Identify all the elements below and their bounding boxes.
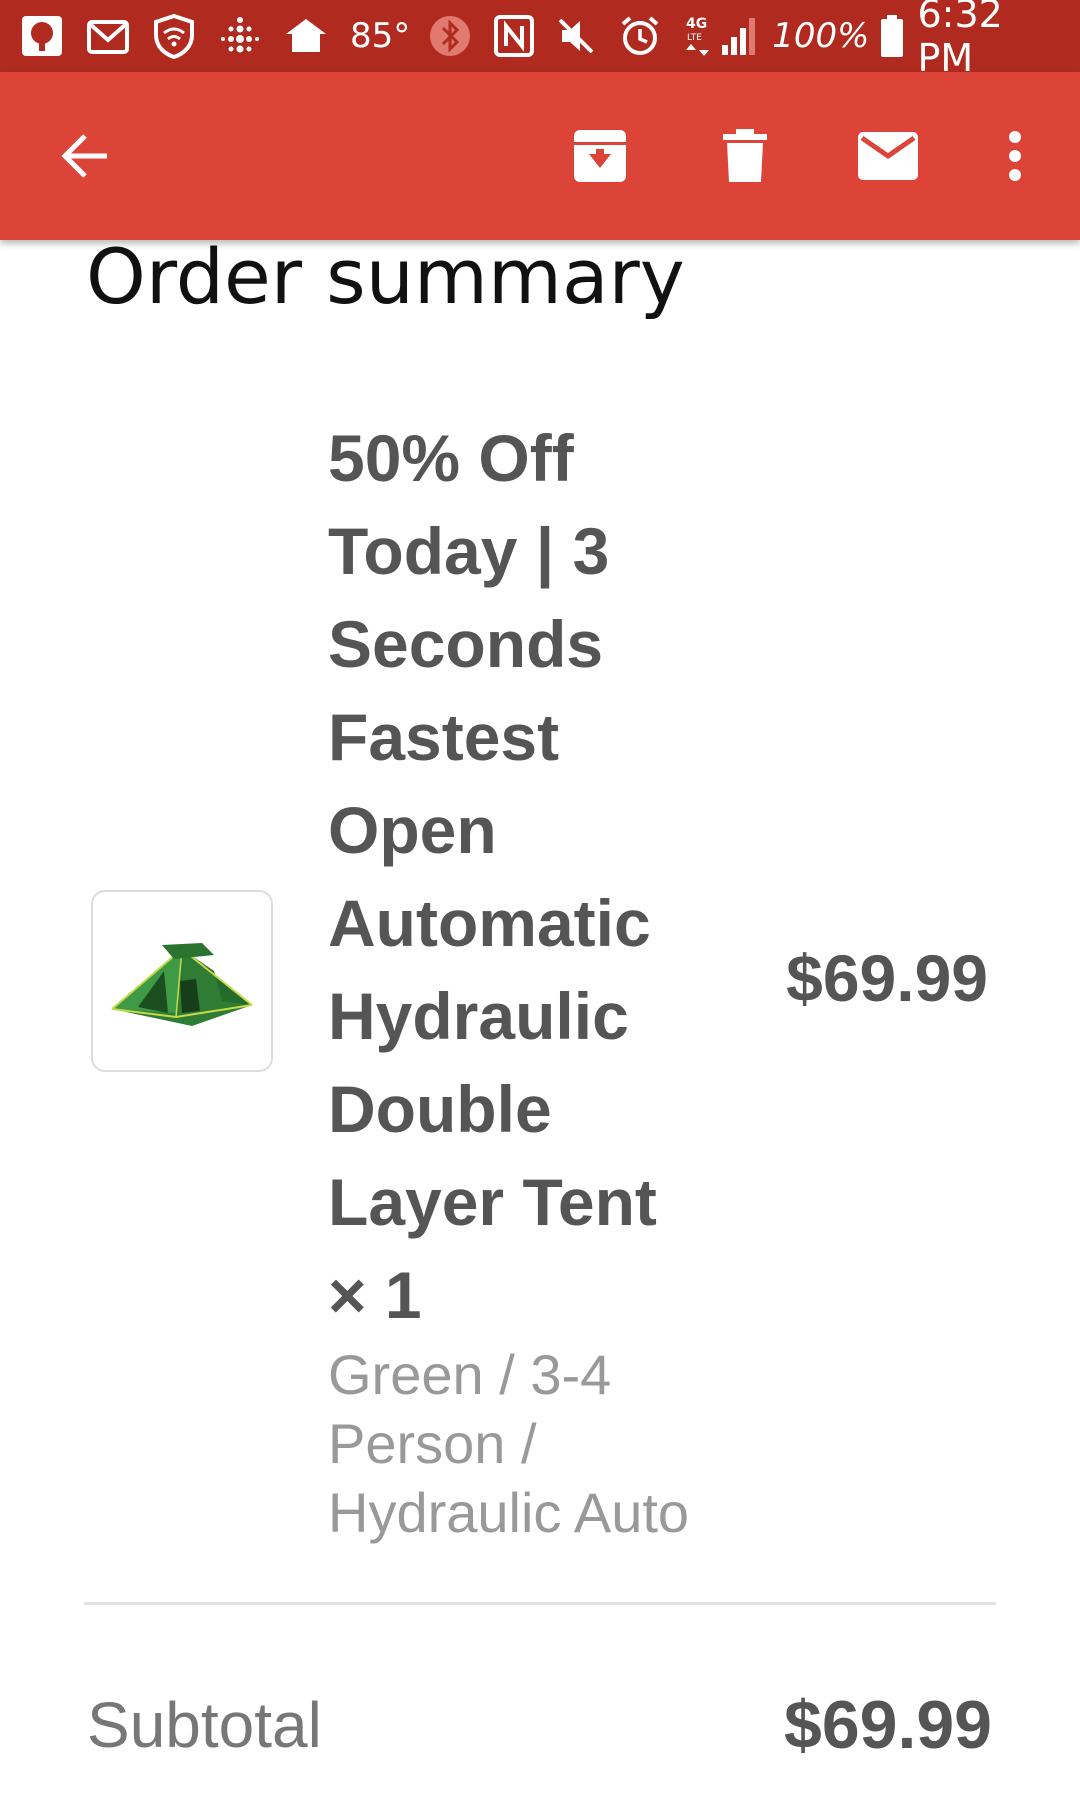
product-variant: Green / 3-4 Person / Hydraulic Auto	[328, 1343, 690, 1544]
email-body: Order summary 50% Off Today | 3 Seconds …	[0, 240, 1080, 1798]
subtotal-label: Subtotal	[87, 1689, 322, 1761]
tent-image	[111, 943, 253, 1026]
svg-text:4G: 4G	[686, 16, 707, 32]
more-options-button[interactable]	[992, 72, 1038, 240]
home-icon	[284, 14, 328, 58]
gmail-icon	[86, 14, 130, 58]
archive-button[interactable]	[560, 72, 640, 240]
order-summary-heading: Order summary	[86, 240, 685, 321]
battery-icon	[879, 14, 905, 58]
back-button[interactable]	[40, 72, 130, 240]
back-icon	[61, 134, 107, 178]
bluetooth-icon	[428, 14, 472, 58]
mute-icon	[556, 14, 596, 58]
status-bar: 85° 4G LTE 100% 6:32 PM	[0, 0, 1080, 80]
product-title[interactable]: 50% Off Today | 3 Seconds Fastest Open A…	[328, 412, 688, 1342]
delete-button[interactable]	[705, 72, 785, 240]
svg-text:LTE: LTE	[687, 33, 702, 43]
more-options-icon	[1009, 131, 1021, 181]
alarm-icon	[618, 14, 662, 58]
product-thumbnail[interactable]	[91, 890, 273, 1072]
delete-icon	[723, 129, 767, 182]
temperature-text: 85°	[350, 16, 411, 56]
product-price: $69.99	[786, 941, 988, 1015]
network-type-icon: 4G LTE	[684, 14, 714, 58]
signal-icon	[720, 14, 760, 58]
nfc-icon	[494, 14, 535, 58]
clock-text: 6:32 PM	[917, 0, 1003, 80]
divider	[84, 1602, 996, 1605]
mark-unread-icon	[858, 132, 918, 180]
mark-unread-button[interactable]	[846, 72, 930, 240]
archive-icon	[574, 130, 626, 182]
battery-percent-text: 100%	[772, 16, 870, 56]
subtotal-value: $69.99	[784, 1687, 992, 1763]
vpn-shield-icon	[152, 13, 196, 59]
email-toolbar	[0, 72, 1080, 240]
fitbit-icon	[218, 14, 262, 58]
notification-icon	[20, 14, 64, 58]
